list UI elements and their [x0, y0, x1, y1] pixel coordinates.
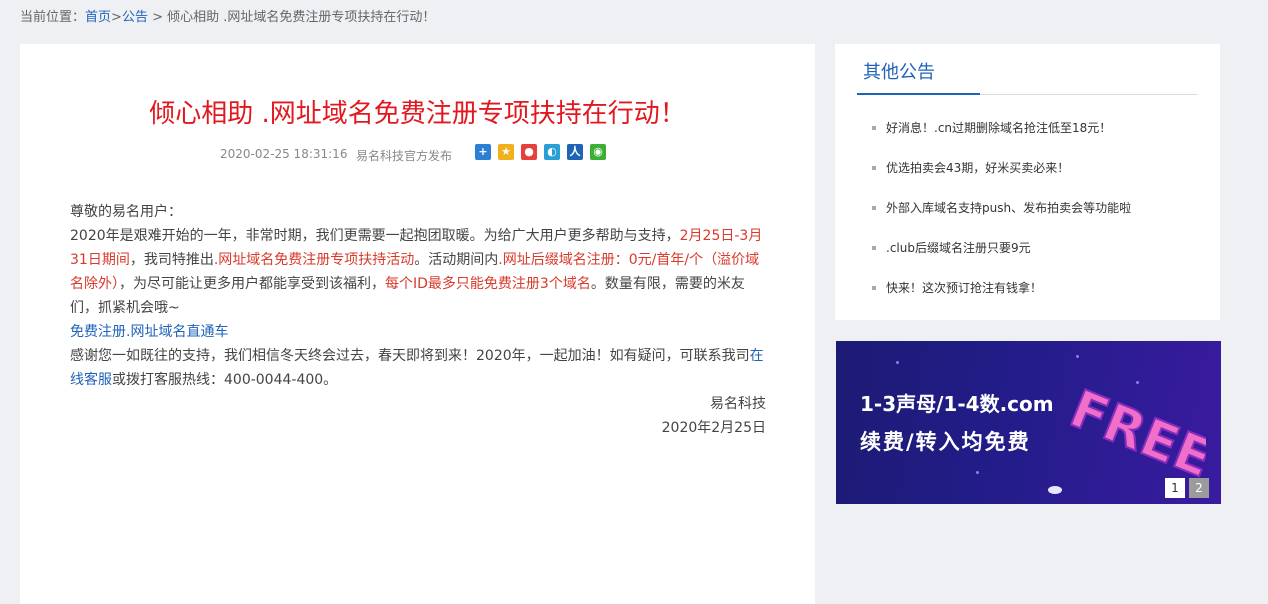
bullet-icon — [872, 206, 876, 210]
banner-pager: 1 2 — [1165, 478, 1209, 498]
p1-text-c: 。活动期间内 — [414, 252, 499, 268]
article-title: 倾心相助 .网址域名免费注册专项扶持在行动！ — [149, 99, 686, 129]
breadcrumb-current: 倾心相助 .网址域名免费注册专项扶持在行动！ — [167, 10, 436, 25]
notice-link[interactable]: .club后缀域名注册只要9元 — [886, 241, 1031, 255]
article-body: 尊敬的易名用户： 2020年是艰难开始的一年，非常时期，我们更需要一起抱团取暖。… — [70, 200, 766, 440]
bullet-icon — [872, 126, 876, 130]
list-item[interactable]: 快来！这次预订抢注有钱拿！ — [872, 278, 1131, 318]
list-item[interactable]: 优选拍卖会43期，好米买卖必来！ — [872, 158, 1131, 198]
signature-date: 2020年2月25日 — [661, 420, 766, 436]
free-register-link[interactable]: 免费注册.网址域名直通车 — [70, 324, 228, 340]
p1-highlight-limit: 每个ID最多只能免费注册3个域名 — [385, 276, 591, 292]
share-plus-icon[interactable]: + — [475, 144, 491, 160]
p2-text-b: 或拨打客服热线：400-0044-400。 — [112, 372, 338, 388]
paragraph-2: 感谢您一如既往的支持，我们相信冬天终会过去，春天即将到来！2020年，一起加油！… — [70, 344, 766, 392]
breadcrumb-section-link[interactable]: 公告 — [122, 10, 148, 25]
article-panel: 倾心相助 .网址域名免费注册专项扶持在行动！ 2020-02-25 18:31:… — [20, 44, 815, 604]
bullet-icon — [872, 166, 876, 170]
breadcrumb-separator: > — [111, 10, 122, 25]
qzone-icon[interactable]: ★ — [498, 144, 514, 160]
banner-headline: 1-3声母/1-4数.com — [860, 392, 1054, 416]
breadcrumb: 当前位置：首页>公告 > 倾心相助 .网址域名免费注册专项扶持在行动！ — [20, 6, 435, 25]
decor-star — [1076, 355, 1079, 358]
signature-company: 易名科技 — [710, 396, 766, 412]
share-bar: + ★ ● ◐ 人 ◉ — [475, 144, 606, 160]
notice-list: 好消息！.cn过期删除域名抢注低至18元！ 优选拍卖会43期，好米买卖必来！ 外… — [872, 118, 1131, 318]
p1-highlight-activity: .网址域名免费注册专项扶持活动 — [213, 252, 415, 268]
article-publisher: 易名科技官方发布 — [356, 149, 453, 163]
p1-text-d: ，为尽可能让更多用户都能享受到该福利， — [119, 276, 385, 292]
list-item[interactable]: .club后缀域名注册只要9元 — [872, 238, 1131, 278]
bullet-icon — [872, 246, 876, 250]
breadcrumb-prefix: 当前位置： — [20, 10, 86, 25]
p2-text-a: 感谢您一如既往的支持，我们相信冬天终会过去，春天即将到来！2020年，一起加油！… — [70, 348, 750, 364]
p1-text-b: ，我司特推出 — [129, 252, 214, 268]
pager-button-2[interactable]: 2 — [1189, 478, 1209, 498]
article-date: 2020-02-25 18:31:16 — [220, 147, 348, 161]
bullet-icon — [872, 286, 876, 290]
p1-text-a: 2020年是艰难开始的一年，非常时期，我们更需要一起抱团取暖。为给广大用户更多帮… — [70, 228, 680, 244]
decor-star — [976, 471, 979, 474]
renren-icon[interactable]: 人 — [567, 144, 583, 160]
notice-link[interactable]: 快来！这次预订抢注有钱拿！ — [886, 281, 1042, 295]
free-illustration: FREE — [1066, 378, 1206, 486]
other-notices-title: 其他公告 — [863, 62, 935, 83]
free-art-text: FREE — [1066, 379, 1206, 486]
paragraph-1: 2020年是艰难开始的一年，非常时期，我们更需要一起抱团取暖。为给广大用户更多帮… — [70, 224, 766, 320]
weibo-icon[interactable]: ● — [521, 144, 537, 160]
decor-light — [1048, 486, 1062, 494]
banner-subheadline: 续费/转入均免费 — [860, 430, 1031, 454]
breadcrumb-separator: > — [147, 10, 168, 25]
decor-star — [896, 361, 899, 364]
breadcrumb-home-link[interactable]: 首页 — [85, 10, 111, 25]
wechat-icon[interactable]: ◉ — [590, 144, 606, 160]
other-notices-panel: 其他公告 好消息！.cn过期删除域名抢注低至18元！ 优选拍卖会43期，好米买卖… — [835, 44, 1220, 320]
notice-link[interactable]: 好消息！.cn过期删除域名抢注低至18元！ — [886, 121, 1111, 135]
notice-link[interactable]: 外部入库域名支持push、发布拍卖会等功能啦 — [886, 201, 1131, 215]
tencent-icon[interactable]: ◐ — [544, 144, 560, 160]
list-item[interactable]: 外部入库域名支持push、发布拍卖会等功能啦 — [872, 198, 1131, 238]
list-item[interactable]: 好消息！.cn过期删除域名抢注低至18元！ — [872, 118, 1131, 158]
promo-banner[interactable]: 1-3声母/1-4数.com 续费/转入均免费 FREE 1 2 — [836, 341, 1221, 504]
greeting: 尊敬的易名用户： — [70, 204, 182, 220]
pager-button-1[interactable]: 1 — [1165, 478, 1185, 498]
notice-link[interactable]: 优选拍卖会43期，好米买卖必来！ — [886, 161, 1069, 175]
title-underline — [857, 93, 980, 95]
